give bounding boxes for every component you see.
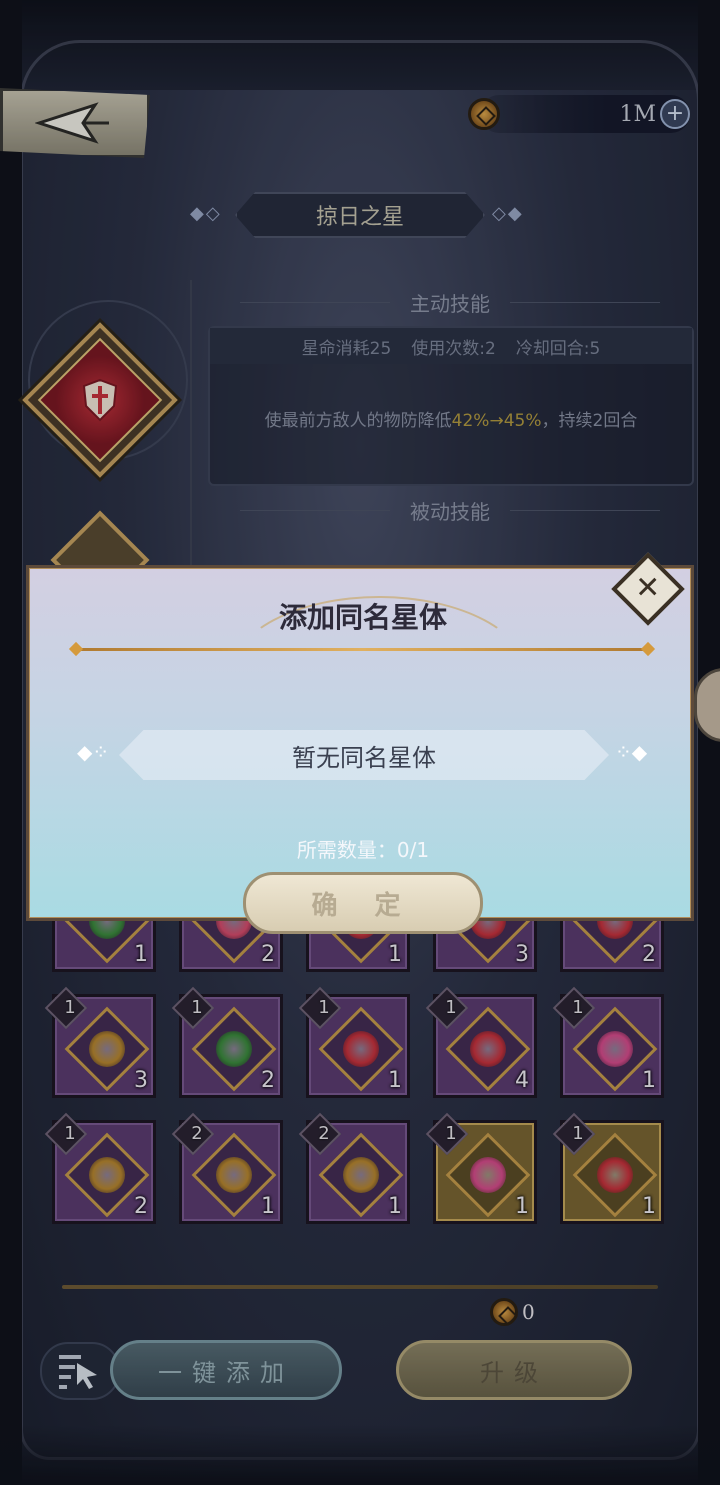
empty-state-banner: 暂无同名星体 [119,730,609,780]
required-count: 所需数量：0/1 [296,838,430,862]
sparkle-right-icon: ⁘◆ [615,740,648,764]
confirm-button[interactable]: 确 定 [243,872,483,934]
dialog-divider [77,648,647,651]
dialog-title: 添加同名星体 [278,601,447,634]
sparkle-left-icon: ◆⁘ [77,740,110,764]
add-same-star-dialog: 添加同名星体 ◆⁘ 暂无同名星体 ⁘◆ 所需数量：0/1 确 定 [26,565,694,934]
close-icon: ✕ [635,570,661,606]
game-screen: 1M + ◆◇ 掠日之星 ◇◆ 主动技能 星命消耗25 使用次数:2 冷却回合:… [0,0,720,1485]
